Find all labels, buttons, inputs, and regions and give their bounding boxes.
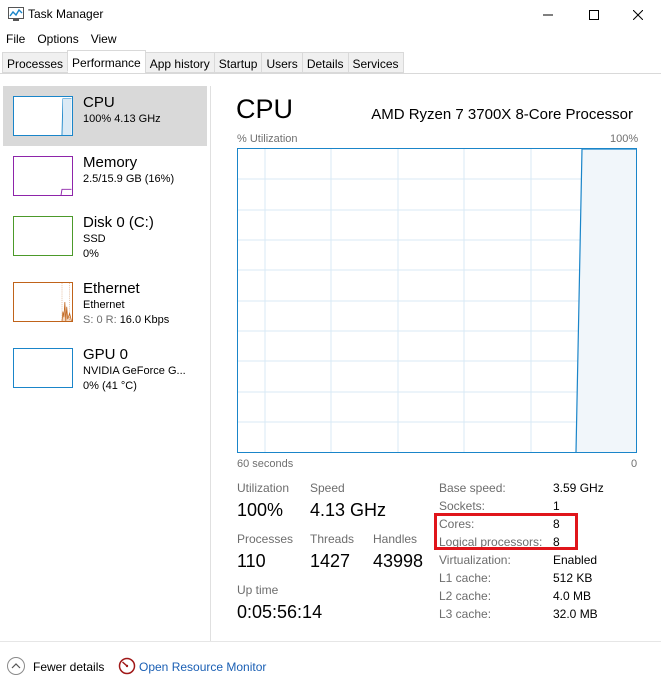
close-icon [633,10,643,20]
sidebar-item-label: CPU [83,94,115,111]
handles-value: 43998 [373,551,424,571]
tab-startup[interactable]: Startup [213,52,263,73]
minimize-icon [543,14,553,16]
sidebar-item-label: GPU 0 [83,346,129,363]
ethernet-send-receive-prefix: S: 0 R: [83,314,120,326]
fewer-details-link[interactable]: Fewer details [33,660,104,674]
graph-x-left: 60 seconds [237,458,294,470]
sidebar-item-detail-2: 0% [83,248,99,260]
tab-services[interactable]: Services [347,52,404,73]
sidebar-item-detail: 2.5/15.9 GB (16%) [83,173,175,185]
spec-base-speed-label: Base speed: [439,481,506,495]
sidebar-item-ethernet[interactable]: Ethernet Ethernet S: 0 R: 16.0 Kbps [3,272,207,332]
utilization-value: 100% [237,500,284,520]
sidebar-item-gpu[interactable]: GPU 0 NVIDIA GeForce G... 0% (41 °C) [3,338,207,398]
sidebar-divider [210,86,211,641]
sidebar-item-label: Memory [83,154,138,171]
speed-value: 4.13 GHz [310,500,387,520]
spec-l1-cache-value: 512 KB [553,571,593,585]
sidebar-item-detail-2: 0% (41 °C) [83,380,137,392]
menu-bar: File Options View [0,30,123,50]
spec-base-speed-value: 3.59 GHz [553,481,604,495]
disk-mini-graph [13,216,73,256]
spec-l3-cache-value: 32.0 MB [553,607,598,621]
tab-app-history[interactable]: App history [144,52,215,73]
footer: Fewer details Open Resource Monitor [0,655,661,679]
resource-sidebar: CPU 100% 4.13 GHz Memory 2.5/15.9 GB (16… [0,86,210,641]
ethernet-receive-rate: 16.0 Kbps [119,314,170,326]
processes-value: 110 [237,551,266,571]
page-title: CPU [236,94,294,124]
processor-name: AMD Ryzen 7 3700X 8-Core Processor [371,106,633,123]
tab-bar: Processes Performance App history Startu… [2,50,404,74]
sidebar-item-detail-2: S: 0 R: 16.0 Kbps [83,314,169,326]
cores-highlight-box [434,513,578,550]
menu-view[interactable]: View [85,30,123,50]
graph-y-label: % Utilization [237,133,298,145]
cpu-graph-canvas [238,149,636,452]
open-resource-monitor-link[interactable]: Open Resource Monitor [139,660,266,674]
task-manager-icon [8,7,24,21]
graph-y-max: 100% [610,133,639,145]
spec-l3-cache-label: L3 cache: [439,607,492,621]
processes-label: Processes [237,532,294,546]
spec-l2-cache-label: L2 cache: [439,589,492,603]
gpu-mini-graph [13,348,73,388]
ethernet-mini-graph [13,282,73,322]
close-button[interactable] [615,0,661,30]
spec-l2-cache-value: 4.0 MB [553,589,592,603]
footer-divider [0,641,661,642]
title-bar: Task Manager [0,0,661,30]
utilization-label: Utilization [237,481,290,495]
resource-monitor-icon[interactable] [118,657,136,675]
chevron-up-glyph [11,663,21,669]
sidebar-item-label: Disk 0 (C:) [83,214,154,231]
memory-mini-graph [13,156,73,196]
spec-virtualization-label: Virtualization: [439,553,511,567]
spec-virtualization-value: Enabled [553,553,598,567]
handles-label: Handles [373,532,418,546]
chevron-up-icon[interactable] [7,657,25,675]
sidebar-item-disk[interactable]: Disk 0 (C:) SSD 0% [3,206,207,266]
sidebar-item-detail: Ethernet [83,299,125,311]
tab-performance[interactable]: Performance [67,50,146,72]
maximize-icon [589,10,599,20]
minimize-button[interactable] [525,0,571,30]
threads-value: 1427 [310,551,351,571]
cpu-utilization-area [576,149,636,452]
sidebar-item-memory[interactable]: Memory 2.5/15.9 GB (16%) [3,146,207,206]
speed-label: Speed [310,481,345,495]
uptime-value: 0:05:56:14 [237,602,323,622]
cpu-mini-graph [13,96,73,136]
window-title: Task Manager [28,7,104,21]
sidebar-item-detail: NVIDIA GeForce G... [83,365,186,377]
sidebar-item-detail: 100% 4.13 GHz [83,113,161,125]
tab-users[interactable]: Users [261,52,303,73]
spec-l1-cache-label: L1 cache: [439,571,492,585]
threads-label: Threads [310,532,355,546]
sidebar-item-detail: SSD [83,233,106,245]
menu-options[interactable]: Options [31,30,84,50]
graph-x-right: 0 [631,458,638,470]
sidebar-item-label: Ethernet [83,280,140,297]
tab-processes[interactable]: Processes [2,52,69,73]
cpu-utilization-graph [237,148,637,453]
menu-file[interactable]: File [0,30,31,50]
sidebar-item-cpu[interactable]: CPU 100% 4.13 GHz [3,86,207,146]
tab-details[interactable]: Details [301,52,349,73]
spec-sockets-value: 1 [553,499,560,513]
spec-sockets-label: Sockets: [439,499,486,513]
uptime-label: Up time [237,583,279,597]
maximize-button[interactable] [571,0,617,30]
